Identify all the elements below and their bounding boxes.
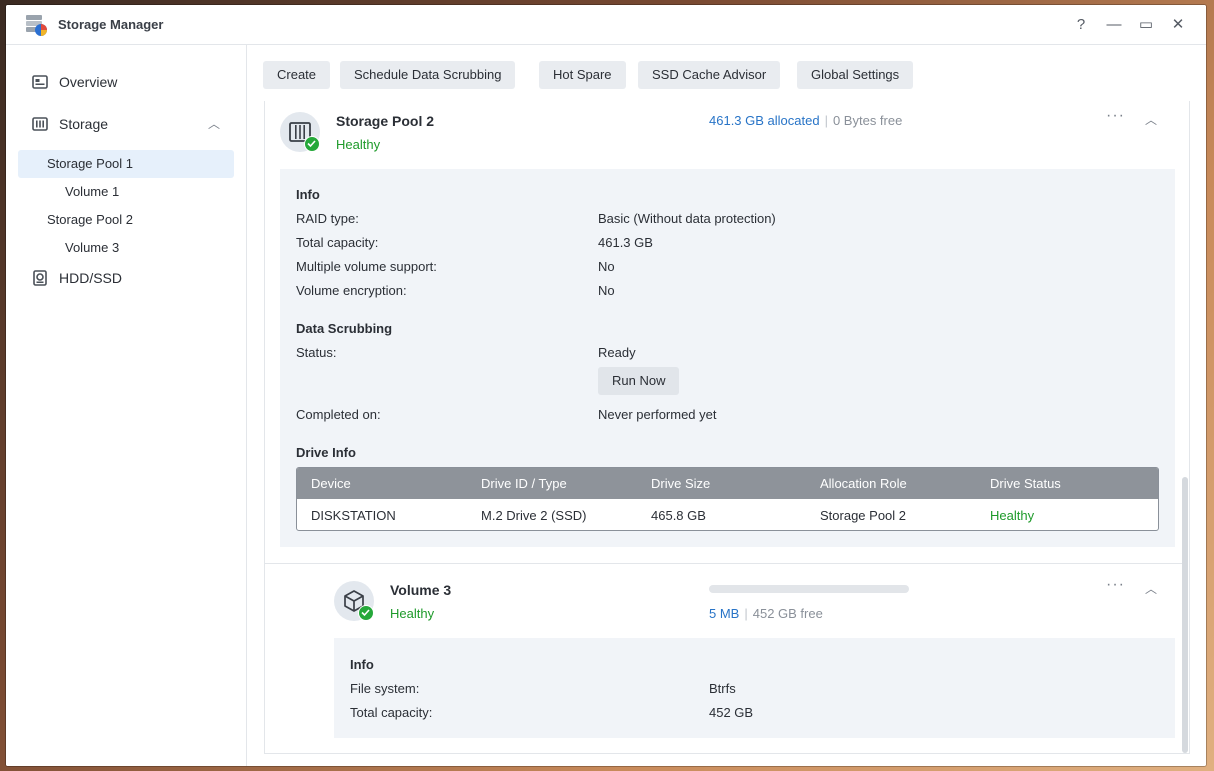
- info-title: Info: [350, 657, 374, 672]
- maximize-icon[interactable]: ▭: [1135, 14, 1157, 36]
- column-header-allocation-role[interactable]: Allocation Role: [820, 476, 907, 491]
- info-title: Info: [296, 187, 320, 202]
- check-icon: [358, 605, 374, 621]
- drive-info-table: Device Drive ID / Type Drive Size Alloca…: [296, 467, 1159, 531]
- disk-icon: [33, 270, 47, 286]
- completed-on-label: Completed on:: [296, 407, 381, 422]
- completed-on-value: Never performed yet: [598, 407, 717, 422]
- collapse-icon[interactable]: ︿: [1145, 580, 1157, 597]
- pool-info-panel: Info RAID type: Basic (Without data prot…: [280, 169, 1175, 547]
- sidebar-item-label: Volume 3: [65, 240, 120, 255]
- run-now-button[interactable]: Run Now: [598, 367, 680, 395]
- column-header-drive-status[interactable]: Drive Status: [990, 476, 1061, 491]
- close-icon[interactable]: ✕: [1167, 14, 1189, 36]
- collapse-icon[interactable]: ︿: [1145, 111, 1157, 128]
- volume-capacity-label: Total capacity:: [350, 705, 433, 720]
- cell-drive-size: 465.8 GB: [651, 508, 706, 523]
- minimize-icon[interactable]: —: [1103, 14, 1125, 36]
- total-capacity-value: 461.3 GB: [598, 235, 653, 250]
- section-divider: [265, 563, 1183, 564]
- table-header: Device Drive ID / Type Drive Size Alloca…: [297, 468, 1158, 499]
- multiple-volume-label: Multiple volume support:: [296, 259, 437, 274]
- volume-name: Volume 3: [390, 582, 452, 598]
- sidebar-item-label: Storage: [59, 116, 109, 132]
- cell-drive-id: M.2 Drive 2 (SSD): [481, 508, 587, 523]
- window-title: Storage Manager: [58, 17, 164, 32]
- pool-status: Healthy: [336, 137, 381, 152]
- help-icon[interactable]: ?: [1070, 14, 1092, 36]
- cell-device: DISKSTATION: [311, 508, 396, 523]
- volume-capacity-value: 452 GB: [709, 705, 754, 720]
- volume-used: 5 MB: [709, 606, 740, 621]
- scrubbing-status-value: Ready: [598, 345, 636, 360]
- more-options-icon[interactable]: ···: [1106, 107, 1125, 125]
- volume-free: 452 GB free: [752, 606, 823, 621]
- storage-manager-window: Storage Manager ? — ▭ ✕ Overview Storage…: [6, 5, 1206, 766]
- ssd-cache-advisor-button[interactable]: SSD Cache Advisor: [638, 61, 781, 89]
- sidebar-item-label: Volume 1: [65, 184, 120, 199]
- cell-allocation-role: Storage Pool 2: [820, 508, 907, 523]
- sidebar-item-volume-3[interactable]: Volume 3: [18, 234, 234, 262]
- check-icon: [304, 136, 320, 152]
- sidebar-item-storage-pool-1[interactable]: Storage Pool 1: [18, 150, 234, 178]
- sidebar-item-label: HDD/SSD: [59, 270, 123, 286]
- column-header-device[interactable]: Device: [311, 476, 351, 491]
- main-content: Create Schedule Data Scrubbing Hot Spare…: [248, 45, 1206, 766]
- total-capacity-label: Total capacity:: [296, 235, 379, 250]
- scrubbing-status-label: Status:: [296, 345, 337, 360]
- storage-icon: [32, 117, 48, 131]
- schedule-data-scrubbing-button[interactable]: Schedule Data Scrubbing: [340, 61, 516, 89]
- hot-spare-button[interactable]: Hot Spare: [539, 61, 626, 89]
- sidebar-item-label: Storage Pool 1: [47, 156, 134, 171]
- raid-type-value: Basic (Without data protection): [598, 211, 776, 226]
- cell-drive-status: Healthy: [990, 508, 1035, 523]
- storage-manager-app-icon: [26, 15, 47, 36]
- storage-list: Storage Pool 2 Healthy 461.3 GB allocate…: [264, 101, 1190, 754]
- sidebar-item-volume-1[interactable]: Volume 1: [18, 178, 234, 206]
- data-scrubbing-title: Data Scrubbing: [296, 321, 393, 336]
- pool-name: Storage Pool 2: [336, 113, 435, 129]
- create-button[interactable]: Create: [263, 61, 331, 89]
- drive-info-title: Drive Info: [296, 445, 356, 460]
- chevron-up-icon[interactable]: ︿: [208, 110, 220, 138]
- pool-allocated: 461.3 GB allocated: [709, 113, 820, 128]
- volume-icon: [334, 581, 374, 621]
- sidebar-item-storage-pool-2[interactable]: Storage Pool 2: [18, 206, 234, 234]
- raid-type-label: RAID type:: [296, 211, 359, 226]
- volume-encryption-value: No: [598, 283, 615, 298]
- multiple-volume-value: No: [598, 259, 615, 274]
- sidebar-item-hdd-ssd[interactable]: HDD/SSD: [18, 264, 234, 292]
- volume-status: Healthy: [390, 606, 435, 621]
- sidebar-item-label: Storage Pool 2: [47, 212, 134, 227]
- file-system-value: Btrfs: [709, 681, 736, 696]
- volume-usage: 5 MB | 452 GB free: [709, 606, 823, 621]
- sidebar-item-overview[interactable]: Overview: [18, 68, 234, 96]
- sidebar: Overview Storage ︿ Storage Pool 1 Volume…: [6, 45, 247, 766]
- storage-pool-icon: [280, 112, 320, 152]
- volume-info-panel: Info File system: Btrfs Total capacity: …: [334, 638, 1175, 738]
- column-header-drive-size[interactable]: Drive Size: [651, 476, 710, 491]
- pool-usage: 461.3 GB allocated | 0 Bytes free: [709, 113, 903, 128]
- volume-encryption-label: Volume encryption:: [296, 283, 407, 298]
- title-bar: Storage Manager ? — ▭ ✕: [6, 5, 1206, 45]
- more-options-icon[interactable]: ···: [1106, 576, 1125, 594]
- scrollbar[interactable]: [1181, 101, 1189, 753]
- scrollbar-thumb[interactable]: [1182, 477, 1188, 753]
- sidebar-item-storage[interactable]: Storage ︿: [18, 110, 234, 138]
- volume-usage-bar: [709, 585, 909, 593]
- column-header-drive-id[interactable]: Drive ID / Type: [481, 476, 567, 491]
- pool-free: 0 Bytes free: [832, 113, 903, 128]
- sidebar-item-label: Overview: [59, 74, 118, 90]
- file-system-label: File system:: [350, 681, 420, 696]
- overview-icon: [32, 75, 48, 89]
- global-settings-button[interactable]: Global Settings: [797, 61, 914, 89]
